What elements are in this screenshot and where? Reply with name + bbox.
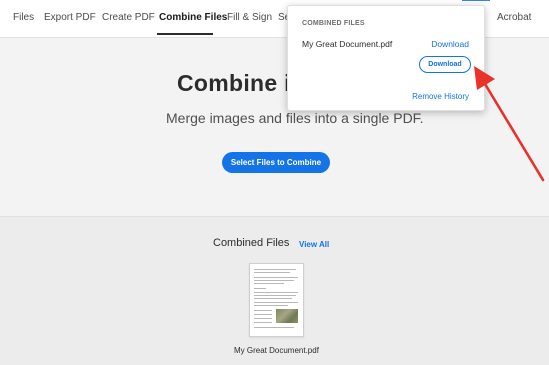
thumbnail-file-name: My Great Document.pdf (234, 346, 319, 355)
popover-download-button[interactable]: Download (419, 56, 471, 73)
thumb-line (254, 302, 298, 303)
remove-history-link[interactable]: Remove History (412, 92, 469, 101)
active-tab-indicator (157, 33, 213, 35)
thumb-photo (276, 309, 298, 323)
thumb-line (254, 298, 292, 299)
popover-header: COMBINED FILES (302, 20, 365, 27)
tab-create-pdf[interactable]: Create PDF (102, 12, 155, 23)
thumb-line (254, 310, 272, 311)
thumb-line (254, 272, 290, 273)
thumb-line (254, 295, 296, 296)
combined-files-popover: COMBINED FILES My Great Document.pdf Dow… (287, 5, 485, 111)
combined-files-heading: Combined Files (213, 237, 290, 249)
popover-file-name: My Great Document.pdf (302, 39, 393, 49)
tab-files[interactable]: Files (13, 12, 34, 23)
view-all-link[interactable]: View All (299, 240, 329, 249)
thumb-line (254, 283, 284, 284)
popover-download-link[interactable]: Download (431, 39, 469, 49)
page-title: Combine i (177, 70, 291, 96)
select-files-button[interactable]: Select Files to Combine (222, 152, 330, 173)
tab-fill-sign[interactable]: Fill & Sign (227, 12, 272, 23)
thumb-line (254, 327, 294, 328)
thumb-line (254, 288, 266, 289)
thumb-line (254, 277, 298, 278)
thumb-line (254, 269, 296, 270)
thumb-line (254, 314, 272, 315)
acrobat-link[interactable]: Acrobat (497, 12, 531, 23)
thumb-line (254, 322, 272, 323)
document-thumbnail[interactable] (249, 263, 304, 337)
thumb-line (254, 318, 272, 319)
thumb-line (254, 292, 298, 293)
top-accent-line (462, 0, 490, 1)
tab-export-pdf[interactable]: Export PDF (44, 12, 96, 23)
tab-combine-files[interactable]: Combine Files (159, 12, 227, 23)
thumb-line (254, 280, 294, 281)
thumb-line (254, 305, 288, 306)
page-subtitle: Merge images and files into a single PDF… (166, 110, 424, 126)
